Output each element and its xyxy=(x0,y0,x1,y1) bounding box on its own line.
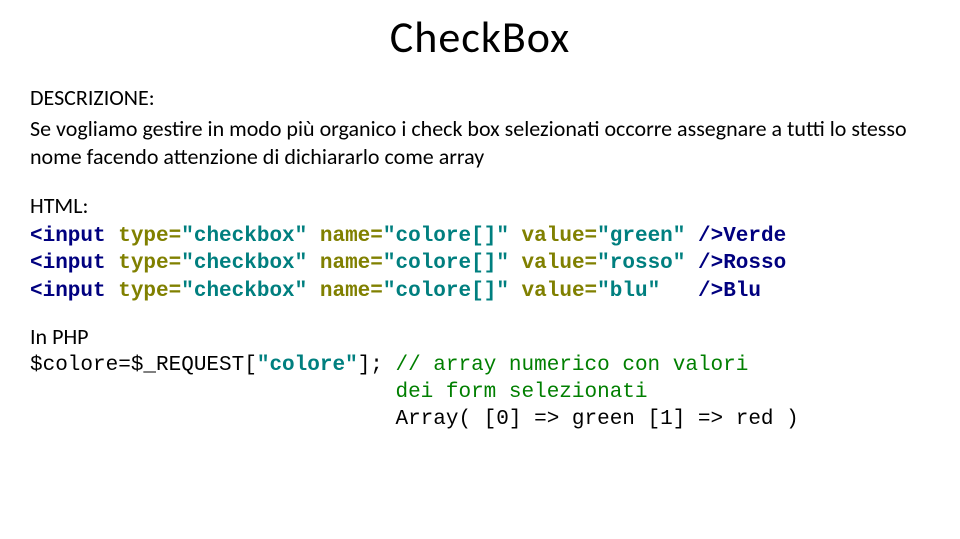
code-str: " xyxy=(673,225,686,248)
code-tag: <input xyxy=(30,280,118,303)
code-attr: value= xyxy=(509,252,597,275)
code-str: " xyxy=(345,354,358,377)
code-attr: type= xyxy=(118,280,181,303)
code-tag: />Rosso xyxy=(685,252,786,275)
code-str: " xyxy=(648,280,661,303)
code-bold: green xyxy=(610,225,673,248)
code-str: " xyxy=(496,225,509,248)
page-title: CheckBox xyxy=(30,10,930,64)
code-str: " xyxy=(496,280,509,303)
code-str: " xyxy=(673,252,686,275)
html-code-block: <input type="checkbox" name="colore[]" v… xyxy=(30,223,930,305)
php-label: In PHP xyxy=(30,323,930,350)
code-bold: colore xyxy=(269,354,345,377)
slide-content: CheckBox DESCRIZIONE: Se vogliamo gestir… xyxy=(0,0,960,454)
code-plain: $colore=$_REQUEST[ xyxy=(30,354,257,377)
code-attr: name= xyxy=(307,280,383,303)
code-str: " xyxy=(597,252,610,275)
php-code-block: $colore=$_REQUEST["colore"]; // array nu… xyxy=(30,352,930,434)
code-str: "checkbox" xyxy=(181,252,307,275)
code-tag: <input xyxy=(30,252,118,275)
code-str: " xyxy=(383,225,396,248)
code-pad xyxy=(30,381,395,404)
code-attr: type= xyxy=(118,252,181,275)
code-pad xyxy=(30,408,395,431)
code-attr: name= xyxy=(307,252,383,275)
code-str: " xyxy=(597,280,610,303)
html-label: HTML: xyxy=(30,192,930,219)
code-str: "checkbox" xyxy=(181,225,307,248)
code-str: " xyxy=(597,225,610,248)
code-plain: Array( [0] => green [1] => red ) xyxy=(395,408,798,431)
code-bold: blu xyxy=(610,280,648,303)
code-attr: value= xyxy=(509,225,597,248)
code-bold: rosso xyxy=(610,252,673,275)
code-attr: name= xyxy=(307,225,383,248)
code-comment: dei form selezionati xyxy=(395,381,647,404)
code-attr: value= xyxy=(509,280,597,303)
code-tag: />Verde xyxy=(685,225,786,248)
code-str: " xyxy=(383,252,396,275)
code-str: "checkbox" xyxy=(181,280,307,303)
code-attr: type= xyxy=(118,225,181,248)
code-comment: // array numerico con valori xyxy=(396,354,749,377)
code-str: " xyxy=(257,354,270,377)
code-bold: colore[] xyxy=(396,252,497,275)
code-tag: <input xyxy=(30,225,118,248)
code-tag: />Blu xyxy=(660,280,761,303)
code-str: " xyxy=(383,280,396,303)
description-text: Se vogliamo gestire in modo più organico… xyxy=(30,115,930,170)
code-bold: colore[] xyxy=(396,280,497,303)
code-str: " xyxy=(496,252,509,275)
description-label: DESCRIZIONE: xyxy=(30,84,930,111)
code-bold: colore[] xyxy=(396,225,497,248)
code-plain: ]; xyxy=(358,354,396,377)
